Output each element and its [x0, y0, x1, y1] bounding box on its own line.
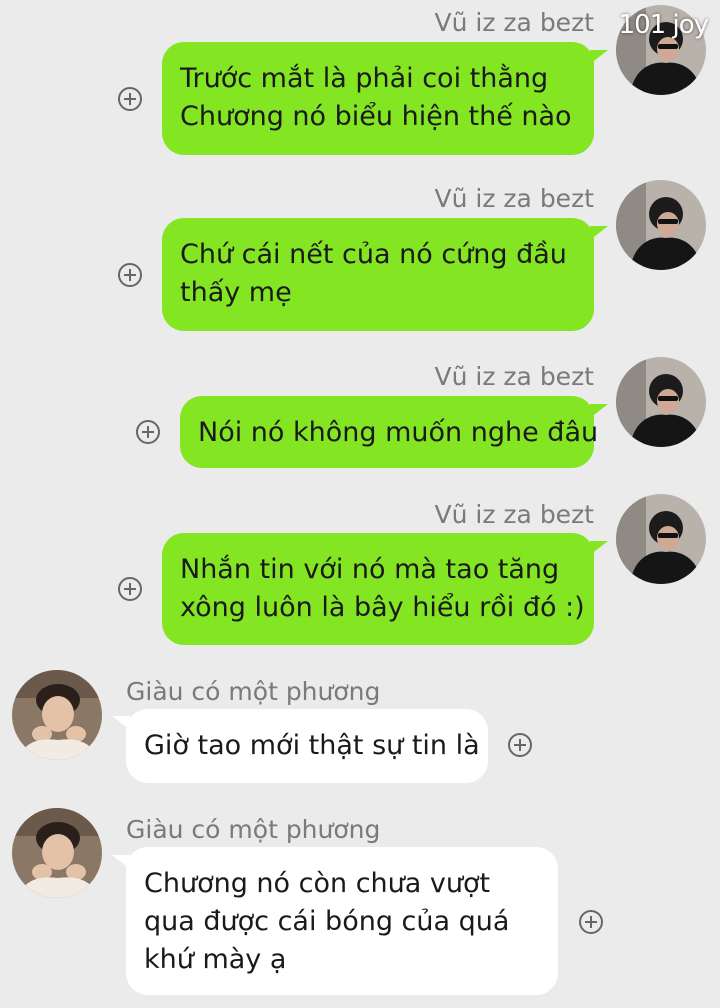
sender-avatar[interactable]	[12, 808, 102, 898]
add-reaction-icon[interactable]	[117, 262, 143, 288]
sender-name: Vũ iz za bezt	[434, 8, 594, 37]
bubble-tail	[590, 404, 608, 418]
message-text-line: Giờ tao mới thật sự tin là	[144, 730, 480, 761]
add-reaction-icon[interactable]	[507, 732, 533, 758]
message-text-line: Trước mắt là phải coi thằng	[180, 63, 549, 94]
message-bubble[interactable]: Chương nó còn chưa vượt qua được cái bón…	[126, 847, 558, 995]
message-bubble[interactable]: Trước mắt là phải coi thằng Chương nó bi…	[162, 42, 594, 155]
add-reaction-icon[interactable]	[135, 419, 161, 445]
sender-name: Vũ iz za bezt	[434, 362, 594, 391]
sender-name: Vũ iz za bezt	[434, 500, 594, 529]
message-text-line: Chứ cái nết của nó cứng đầu	[180, 239, 567, 270]
bubble-tail	[112, 855, 130, 869]
message-bubble[interactable]: Nhắn tin với nó mà tao tăng xông luôn là…	[162, 533, 594, 645]
message-text-line: thấy mẹ	[180, 277, 292, 308]
sender-name: Giàu có một phương	[126, 677, 381, 706]
bubble-tail	[590, 50, 608, 64]
watermark-text: 101 joy	[618, 10, 709, 40]
message-text-line: Nhắn tin với nó mà tao tăng	[180, 554, 560, 585]
message-bubble[interactable]: Chứ cái nết của nó cứng đầu thấy mẹ	[162, 218, 594, 331]
message-text-line: Chương nó biểu hiện thế nào	[180, 101, 572, 132]
sender-name: Giàu có một phương	[126, 815, 381, 844]
sender-avatar[interactable]	[616, 180, 706, 270]
bubble-tail	[112, 716, 130, 730]
message-text-line: khứ mày ạ	[144, 944, 287, 975]
message-text-line: qua được cái bóng của quá	[144, 906, 510, 937]
message-text-line: Nói nó không muốn nghe đâu	[198, 417, 599, 448]
bubble-tail	[590, 541, 608, 555]
message-bubble[interactable]: Nói nó không muốn nghe đâu	[180, 396, 599, 468]
add-reaction-icon[interactable]	[578, 909, 604, 935]
sender-avatar[interactable]	[616, 357, 706, 447]
message-text-line: Chương nó còn chưa vượt	[144, 868, 491, 899]
bubble-tail	[590, 226, 608, 240]
sender-avatar[interactable]	[616, 494, 706, 584]
add-reaction-icon[interactable]	[117, 86, 143, 112]
sender-name: Vũ iz za bezt	[434, 184, 594, 213]
sender-avatar[interactable]	[12, 670, 102, 760]
add-reaction-icon[interactable]	[117, 576, 143, 602]
message-text-line: xông luôn là bây hiểu rồi đó :)	[180, 592, 585, 623]
message-bubble[interactable]: Giờ tao mới thật sự tin là	[126, 709, 488, 783]
